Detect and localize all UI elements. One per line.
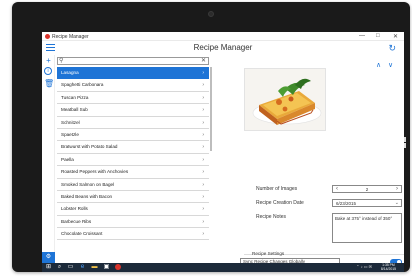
chevron-right-icon: › <box>202 94 204 101</box>
app-icon <box>45 34 50 39</box>
recipe-list-item-label: Schnitzel <box>61 119 80 125</box>
recipe-list-item[interactable]: Roasted Peppers with Anchovies › <box>57 166 209 179</box>
search-box[interactable]: ⚲ ✕ <box>57 57 209 65</box>
chevron-right-icon: › <box>202 169 204 176</box>
recipe-notes-field[interactable]: Bake at 375° instead of 350° <box>332 213 402 243</box>
chevron-right-icon: › <box>202 82 204 89</box>
window-titlebar: Recipe Manager — □ ✕ <box>42 32 404 41</box>
chevron-right-icon: › <box>202 119 204 126</box>
creation-date-picker[interactable]: 6/23/2015 ⌄ <box>332 199 402 207</box>
recipe-list-item-label: Spaghetti Carbonara <box>61 82 104 88</box>
recipe-list-item-label: Barbecue Ribs <box>61 218 92 224</box>
camera <box>208 11 214 17</box>
window-title: Recipe Manager <box>52 34 89 40</box>
recipe-list: Lasagna › Spaghetti Carbonara › Tuscan Pizza… <box>57 67 209 263</box>
recipe-list-item-label: Paella <box>61 156 74 162</box>
recipe-list-item[interactable]: Bratwurst with Potato Salad › <box>57 141 209 154</box>
system-tray: ⌃ ♪ ▭ ✉ <box>356 264 372 269</box>
creation-date-value: 6/23/2015 <box>336 201 357 206</box>
recipe-list-item-label: Chocolate Croissant <box>61 231 103 237</box>
chevron-right-icon: › <box>202 70 204 76</box>
sync-icon[interactable]: ↻ <box>388 43 396 54</box>
left-rail: + i 🗑 ⚙ <box>42 55 55 263</box>
recipe-list-item[interactable]: Chocolate Croissant › <box>57 228 209 241</box>
close-button[interactable]: ✕ <box>393 33 398 40</box>
chevron-right-icon: › <box>202 231 204 238</box>
minimize-button[interactable]: — <box>359 33 365 39</box>
recipe-list-item-label: Smoked Salmon on Bagel <box>61 181 115 187</box>
recipe-list-item-label: Baked Beans with Bacon <box>61 193 113 199</box>
delete-icon[interactable]: 🗑 <box>44 79 54 88</box>
next-recipe-icon[interactable]: ∨ <box>388 61 393 69</box>
recipe-list-item-label: Bratwurst with Potato Salad <box>61 144 118 150</box>
recipe-list-item[interactable]: Smoked Salmon on Bagel › <box>57 179 209 191</box>
recipe-list-item[interactable]: Lobster Rolls › <box>57 203 209 216</box>
creation-date-label: Recipe Creation Date <box>256 200 304 206</box>
chevron-right-icon: › <box>202 193 204 200</box>
file-explorer-icon[interactable]: ▬ <box>91 264 98 271</box>
number-of-images-value: 2 <box>365 187 369 192</box>
number-of-images-label: Number of Images <box>256 186 298 192</box>
maximize-icon[interactable]: □ <box>376 33 380 39</box>
edge-icon[interactable]: e <box>79 264 86 271</box>
recipe-list-item[interactable]: Schnitzel › <box>57 117 209 129</box>
chevron-right-icon: › <box>202 107 204 114</box>
recipe-manager-taskbar-icon[interactable] <box>115 264 121 270</box>
recipe-notes-value: Bake at 375° instead of 350° <box>335 216 393 221</box>
clear-search-icon[interactable]: ✕ <box>201 57 206 64</box>
recipe-list-item[interactable]: Spaetzle › <box>57 129 209 142</box>
recipe-photo <box>244 68 326 131</box>
recipe-detail: ∧ ∨ Number of Images ‹ 2 › Recipe Creati… <box>214 55 404 266</box>
app-title: Recipe Manager <box>193 43 253 52</box>
chevron-right-icon: › <box>202 131 204 138</box>
recipe-list-item[interactable]: Lasagna › <box>57 67 209 80</box>
store-icon[interactable]: ▣ <box>103 264 110 271</box>
previous-recipe-icon[interactable]: ∧ <box>376 61 381 69</box>
taskbar-clock: 1:35 PM 8/14/2015 <box>381 263 396 271</box>
recipe-list-item-label: Roasted Peppers with Anchovies <box>61 169 129 175</box>
chevron-down-icon: ⌄ <box>394 200 399 206</box>
start-icon[interactable]: ⊞ <box>45 264 52 271</box>
list-scrollbar[interactable] <box>210 67 212 151</box>
recipe-list-item[interactable]: Meatball Sub › <box>57 104 209 117</box>
chevron-right-icon: › <box>202 144 204 151</box>
recipe-list-item-label: Lobster Rolls <box>61 206 88 212</box>
settings-title: Recipe Settings <box>252 251 285 256</box>
chevron-right-icon: › <box>202 218 204 225</box>
task-view-icon[interactable]: ▭ <box>67 264 74 271</box>
recipe-list-item-label: Spaetzle <box>61 131 79 137</box>
taskbar: ⊞ ⌕ ▭ e ▬ ▣ ⌃ ♪ ▭ ✉ 1:35 PM 8/14/2015 <box>42 263 404 272</box>
recipe-list-item[interactable]: Tuscan Pizza › <box>57 92 209 105</box>
app-header: Recipe Manager ↻ <box>42 41 404 55</box>
recipe-list-item[interactable]: Barbecue Ribs › <box>57 216 209 229</box>
taskbar-date: 8/14/2015 <box>380 267 396 272</box>
recipe-list-item-label: Tuscan Pizza <box>61 94 89 100</box>
chevron-right-icon: › <box>202 181 204 188</box>
recipe-list-item[interactable]: Baked Beans with Bacon › <box>57 191 209 204</box>
number-of-images-stepper[interactable]: ‹ 2 › <box>332 185 402 193</box>
chevron-right-icon: › <box>202 206 204 213</box>
search-taskbar-icon[interactable]: ⌕ <box>56 264 63 271</box>
recipe-list-item[interactable]: Paella › <box>57 154 209 167</box>
search-icon: ⚲ <box>59 58 64 64</box>
info-icon[interactable]: i <box>44 67 52 75</box>
screen: Recipe Manager — □ ✕ Recipe Manager ↻ + … <box>42 32 404 272</box>
recipe-list-item-label: Meatball Sub <box>61 107 88 113</box>
recipe-notes-label: Recipe Notes <box>256 214 287 220</box>
add-icon[interactable]: + <box>44 56 53 65</box>
recipe-list-item[interactable]: Spaghetti Carbonara › <box>57 79 209 92</box>
settings-icon[interactable]: ⚙ <box>42 252 55 263</box>
recipe-list-item-label: Lasagna <box>61 70 79 75</box>
chevron-right-icon: › <box>202 156 204 163</box>
increment-icon[interactable]: › <box>396 186 398 193</box>
scene: Recipe Manager — □ ✕ Recipe Manager ↻ + … <box>0 0 412 276</box>
